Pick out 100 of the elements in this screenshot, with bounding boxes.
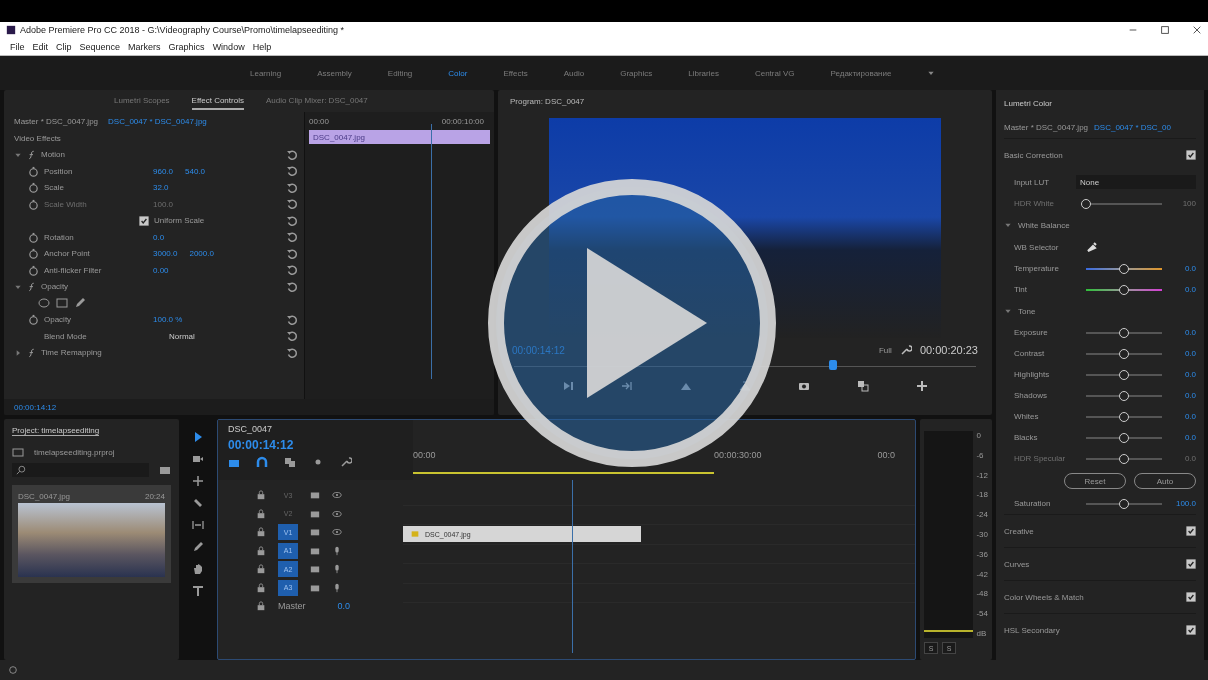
sequence-tab[interactable]: DSC_0047 — [228, 424, 413, 434]
blend-mode-dropdown[interactable]: Normal — [169, 331, 195, 341]
workspace-tab[interactable]: Learning — [250, 68, 282, 78]
lock-icon[interactable] — [256, 545, 266, 556]
effect-clip-bar[interactable]: DSC_0047.jpg — [309, 130, 490, 144]
menu-item[interactable]: File — [10, 41, 25, 52]
menu-item[interactable]: Graphics — [168, 41, 205, 52]
lock-icon[interactable] — [256, 490, 266, 501]
clip-selector[interactable]: DSC_0047 * DSC_00 — [1094, 122, 1171, 132]
workspace-tab[interactable]: Audio — [563, 68, 585, 78]
search-field[interactable] — [12, 463, 149, 477]
reset-icon[interactable] — [286, 214, 298, 227]
slider-thumb[interactable] — [1119, 327, 1129, 338]
workspace-tab[interactable]: Central VG — [754, 68, 795, 78]
media-thumbnail-card[interactable]: DSC_0047.jpg 20:24 — [12, 485, 171, 583]
section-heading[interactable]: Color Wheels & Match — [1004, 592, 1084, 602]
stopwatch-icon[interactable] — [28, 248, 39, 260]
playhead-line[interactable] — [571, 480, 573, 653]
slip-tool-icon[interactable] — [192, 519, 204, 531]
stopwatch-icon[interactable] — [28, 182, 39, 194]
microphone-icon[interactable] — [332, 582, 342, 593]
workspace-tab[interactable]: Libraries — [688, 68, 719, 78]
camera-icon[interactable] — [798, 380, 811, 392]
slider-thumb[interactable] — [1119, 263, 1129, 274]
reset-icon[interactable] — [286, 264, 298, 277]
menu-item[interactable]: Markers — [128, 41, 161, 52]
panel-tab[interactable]: Audio Clip Mixer: DSC_0047 — [265, 92, 368, 110]
ripple-edit-icon[interactable] — [192, 475, 204, 487]
lock-icon[interactable] — [256, 564, 266, 575]
property-value[interactable]: 960.0 — [153, 166, 174, 176]
checkbox[interactable] — [1186, 150, 1196, 160]
snap-magnet-icon[interactable] — [256, 456, 268, 468]
reset-icon[interactable] — [286, 148, 298, 161]
lock-icon[interactable] — [256, 582, 266, 593]
slider-thumb[interactable] — [1119, 284, 1129, 295]
selection-tool-icon[interactable] — [192, 431, 204, 443]
microphone-icon[interactable] — [332, 564, 342, 575]
slider-value[interactable]: 0.0 — [1170, 412, 1196, 421]
reset-icon[interactable] — [286, 330, 298, 343]
eyedropper-icon[interactable] — [1086, 241, 1098, 253]
reset-icon[interactable] — [286, 280, 298, 293]
pen-tool-icon[interactable] — [192, 541, 204, 553]
collapsed-caret-icon[interactable] — [14, 348, 22, 357]
hand-icon[interactable] — [192, 563, 204, 575]
lock-icon[interactable] — [256, 508, 266, 519]
stopwatch-icon[interactable] — [28, 314, 39, 326]
clip-selector[interactable]: DSC_0047 * DSC_0047.jpg — [108, 116, 207, 126]
master-volume-value[interactable]: 0.0 — [337, 601, 351, 612]
slider-thumb[interactable] — [1119, 432, 1129, 443]
menu-item[interactable]: Clip — [56, 41, 72, 52]
slider-thumb[interactable] — [1119, 369, 1129, 380]
eye-icon[interactable] — [332, 527, 342, 538]
eye-icon[interactable] — [332, 508, 342, 519]
section-heading[interactable]: Creative — [1004, 526, 1034, 536]
checkbox[interactable] — [1186, 526, 1196, 536]
slider-thumb[interactable] — [1119, 498, 1129, 509]
more-icon[interactable] — [927, 69, 936, 77]
menu-item[interactable]: Edit — [32, 41, 49, 52]
type-tool-icon[interactable] — [192, 585, 204, 597]
master-clip-label[interactable]: Master * DSC_0047.jpg — [14, 116, 99, 126]
workspace-tab[interactable]: Assembly — [317, 68, 352, 78]
checkbox[interactable] — [1186, 625, 1196, 635]
checkbox[interactable] — [139, 215, 149, 226]
workspace-tab[interactable]: Редактирование — [830, 68, 892, 78]
expanded-caret-icon[interactable] — [1004, 221, 1012, 229]
slider-value[interactable]: 0.0 — [1170, 285, 1196, 294]
section-heading[interactable]: HSL Secondary — [1004, 625, 1060, 635]
pen-icon[interactable] — [74, 297, 86, 310]
reset-icon[interactable] — [286, 346, 298, 359]
property-value[interactable]: 32.0 — [153, 183, 169, 193]
overlay-icon[interactable] — [857, 380, 870, 392]
slider-value[interactable]: 100.0 — [1170, 499, 1196, 508]
lock-icon[interactable] — [256, 527, 266, 538]
stopwatch-icon[interactable] — [28, 264, 39, 276]
go-to-out-icon[interactable] — [620, 380, 633, 392]
step-forward-icon[interactable] — [561, 380, 574, 392]
slider-value[interactable]: 0.0 — [1170, 370, 1196, 379]
subsection-heading[interactable]: White Balance — [1018, 220, 1070, 230]
add-icon[interactable] — [916, 380, 929, 392]
panel-title[interactable]: Lumetri Color — [1004, 98, 1052, 108]
reset-icon[interactable] — [286, 247, 298, 260]
playhead-timecode[interactable]: 00:00:14:12 — [228, 438, 413, 452]
bin-icon[interactable] — [12, 446, 24, 458]
zoom-dropdown[interactable]: Full — [879, 345, 892, 355]
reset-icon[interactable] — [286, 181, 298, 194]
slider-thumb[interactable] — [1119, 390, 1129, 401]
slider-value[interactable]: 0.0 — [1170, 433, 1196, 442]
stopwatch-icon[interactable] — [28, 165, 39, 177]
playhead-handle[interactable] — [828, 360, 837, 370]
menu-item[interactable]: Sequence — [79, 41, 121, 52]
workspace-tab[interactable]: Graphics — [620, 68, 653, 78]
slider-value[interactable]: 0.0 — [1170, 349, 1196, 358]
current-timecode[interactable]: 00:00:14:12 — [14, 402, 57, 412]
panel-title[interactable]: Project: timelapseediting — [12, 426, 100, 436]
microphone-icon[interactable] — [332, 545, 342, 556]
panel-tab[interactable]: Lumetri Scopes — [114, 92, 170, 110]
reset-icon[interactable] — [286, 313, 298, 326]
property-value[interactable]: 0.0 — [153, 232, 165, 242]
property-value[interactable]: 3000.0 — [153, 249, 178, 259]
reset-icon[interactable] — [286, 231, 298, 244]
